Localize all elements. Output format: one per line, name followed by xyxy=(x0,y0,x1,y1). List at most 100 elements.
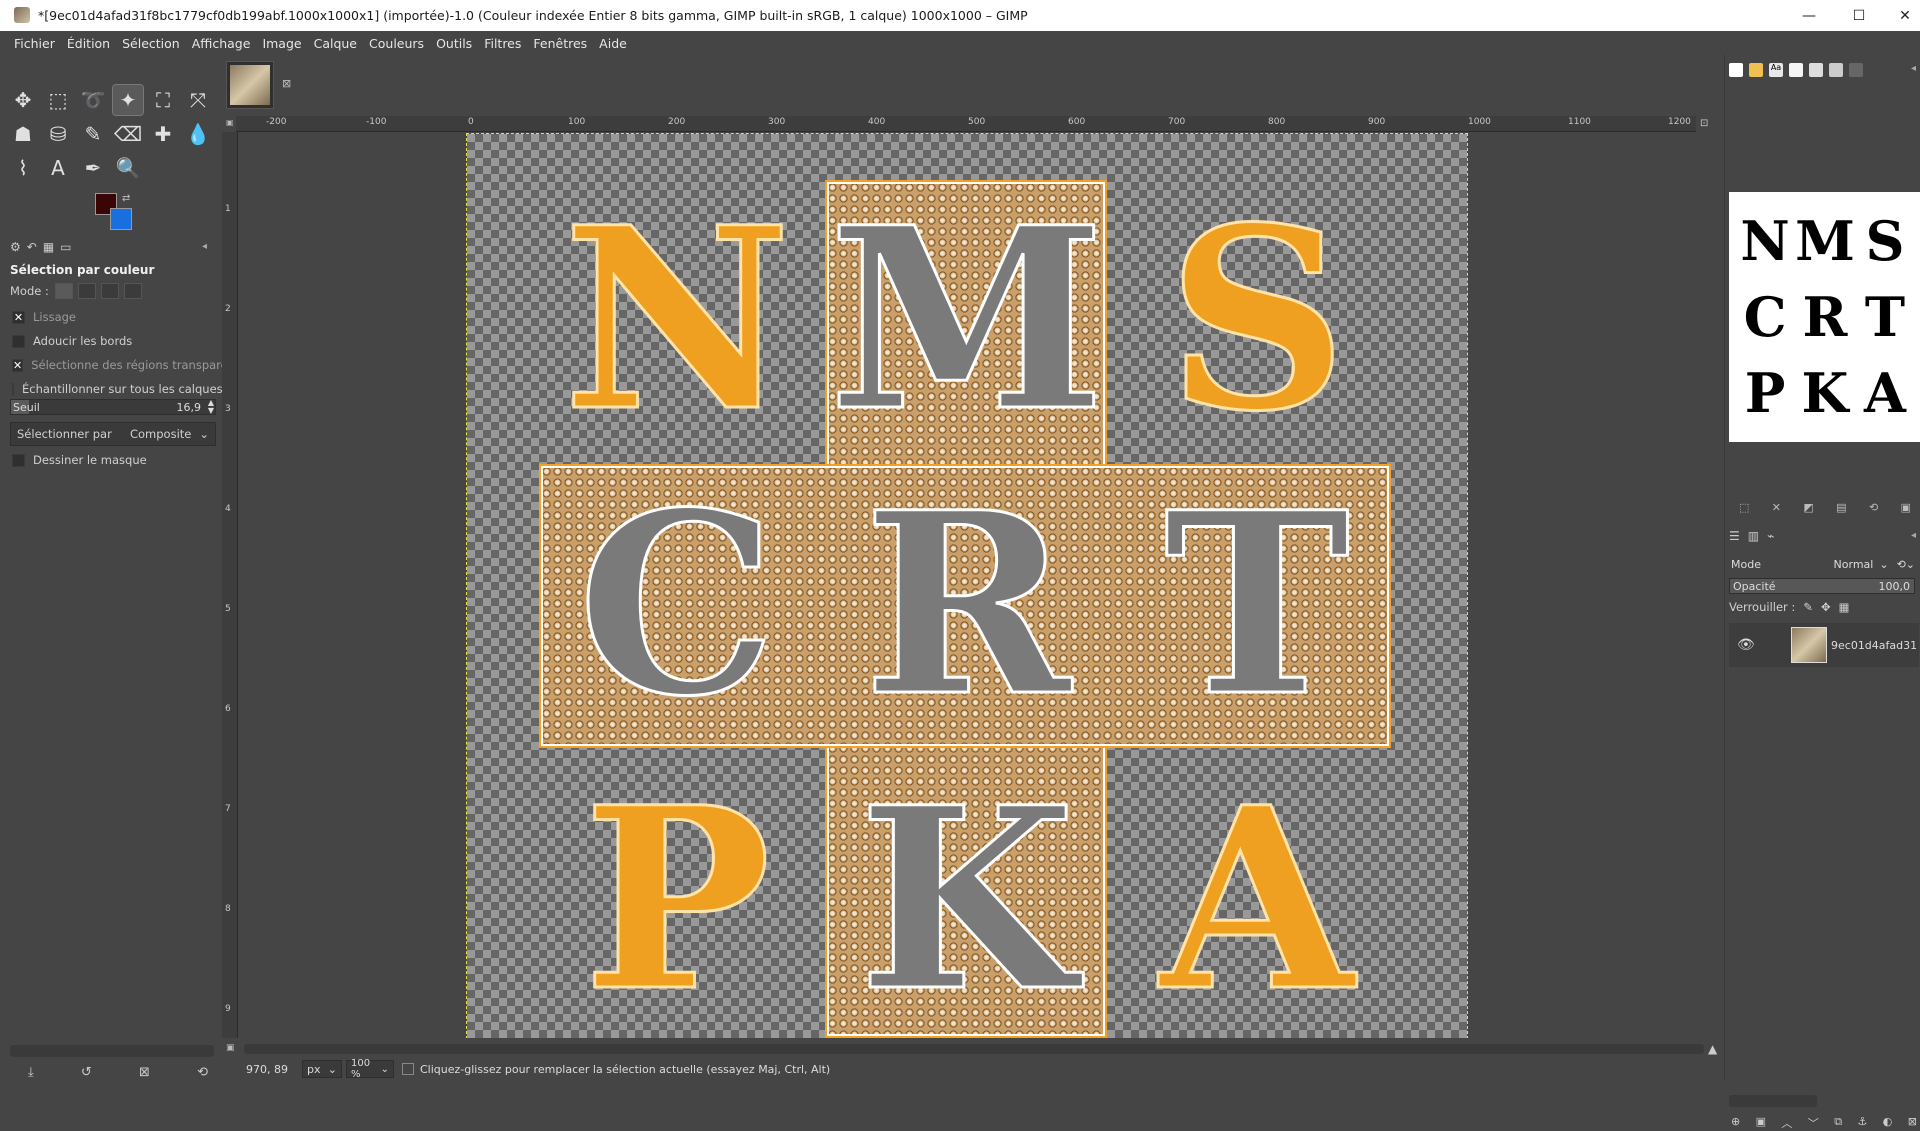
zoom-fit-icon[interactable]: ⊡ xyxy=(1700,118,1714,132)
menu-filtres[interactable]: Filtres xyxy=(478,36,527,51)
background-color-swatch[interactable] xyxy=(110,208,132,230)
warp-tool-button[interactable]: ☗ xyxy=(8,119,38,149)
heal-tool-button[interactable]: ✚ xyxy=(148,119,178,149)
menu-fenetres[interactable]: Fenêtres xyxy=(527,36,593,51)
menu-selection[interactable]: Sélection xyxy=(116,36,186,51)
horizontal-scrollbar[interactable] xyxy=(244,1044,1704,1054)
layers-tab-icon[interactable]: ☰ xyxy=(1729,529,1740,543)
option-adoucir[interactable]: Adoucir les bords xyxy=(12,329,212,353)
refresh-brush-icon[interactable]: ⟲ xyxy=(1869,501,1878,514)
minimize-button[interactable]: — xyxy=(1786,0,1832,31)
delete-options-icon[interactable]: ⊠ xyxy=(139,1065,150,1080)
eraser-tool-button[interactable]: ⌫ xyxy=(113,119,143,149)
lock-pixels-icon[interactable]: ✎ xyxy=(1803,600,1813,614)
quick-mask-corner-icon[interactable]: ▣ xyxy=(226,118,236,128)
left-dock-scrollbar[interactable] xyxy=(10,1045,214,1057)
font-tab-icon[interactable]: Aa xyxy=(1769,63,1783,77)
save-options-icon[interactable]: ⤓ xyxy=(28,1065,34,1080)
image-tab-thumbnail[interactable] xyxy=(226,61,274,109)
navigate-icon[interactable]: ▲ xyxy=(1708,1042,1717,1056)
move-tool-button[interactable]: ✥ xyxy=(8,85,38,115)
color-picker-tool-button[interactable]: ✒ xyxy=(78,153,108,183)
open-brush-icon[interactable]: ▣ xyxy=(1901,501,1911,514)
duplicate-brush-icon[interactable]: ▤ xyxy=(1836,501,1846,514)
new-layer-icon[interactable]: ⊕ xyxy=(1731,1115,1740,1131)
new-layer-group-icon[interactable]: ▣ xyxy=(1756,1115,1766,1131)
configure-tab-icon[interactable]: ◂ xyxy=(1911,530,1916,541)
paths-tab-icon[interactable]: ⌁ xyxy=(1767,529,1774,543)
reset-options-icon[interactable]: ⟲ xyxy=(197,1065,208,1080)
checkbox-adoucir[interactable] xyxy=(12,334,25,348)
mode-add-button[interactable] xyxy=(77,283,96,299)
option-transparent[interactable]: ✕ Sélectionne des régions transparentes xyxy=(12,353,253,377)
checkbox-lissage[interactable]: ✕ xyxy=(12,310,25,324)
menu-aide[interactable]: Aide xyxy=(593,36,633,51)
option-draw-mask[interactable]: Dessiner le masque xyxy=(12,453,147,467)
mode-intersect-button[interactable] xyxy=(123,283,142,299)
select-by-dropdown[interactable]: Sélectionner par Composite ⌄ xyxy=(10,422,216,446)
bucket-fill-tool-button[interactable]: ⛁ xyxy=(43,119,73,149)
restore-options-icon[interactable]: ↺ xyxy=(81,1065,92,1080)
configure-tab-icon[interactable]: ◂ xyxy=(202,241,207,252)
swap-colors-icon[interactable]: ⇄ xyxy=(122,193,130,204)
close-button[interactable]: ✕ xyxy=(1882,0,1920,31)
configure-tab-icon[interactable]: ◂ xyxy=(1911,63,1916,74)
threshold-slider[interactable]: Seuil 16,9 ▲ ▼ xyxy=(10,399,216,415)
layer-name[interactable]: 9ec01d4afad31 xyxy=(1831,639,1917,652)
lock-position-icon[interactable]: ✥ xyxy=(1821,600,1831,614)
anchor-layer-icon[interactable]: ⚓ xyxy=(1857,1115,1867,1131)
canvas-viewport[interactable]: N M S C R T P K A xyxy=(238,132,1704,1038)
eye-visibility-icon[interactable]: 👁 xyxy=(1737,637,1763,653)
spin-arrows-icon[interactable]: ▲ ▼ xyxy=(208,399,214,415)
menu-edition[interactable]: Édition xyxy=(61,36,116,51)
new-brush-icon[interactable]: ⬚ xyxy=(1739,501,1749,514)
tool-presets-tab-icon[interactable] xyxy=(1849,63,1863,77)
layer-row[interactable]: 👁 9ec01d4afad31 xyxy=(1729,623,1919,667)
crop-tool-button[interactable]: ⛶ xyxy=(148,85,178,115)
image-canvas[interactable]: N M S C R T P K A xyxy=(466,133,1468,1038)
rect-select-tool-button[interactable]: ⬚ xyxy=(43,85,73,115)
checkbox-sample-merged[interactable] xyxy=(12,382,14,396)
undo-history-tab-icon[interactable]: ↶ xyxy=(27,240,37,254)
paint-dynamics-tab-icon[interactable] xyxy=(1829,63,1843,77)
zoom-selector[interactable]: 100 % ⌄ xyxy=(346,1058,394,1080)
fuzzy-select-tool-button[interactable]: ✦ xyxy=(112,84,144,116)
zoom-tool-button[interactable]: 🔍 xyxy=(113,153,143,183)
menu-outils[interactable]: Outils xyxy=(430,36,478,51)
lock-alpha-icon[interactable]: ▦ xyxy=(1839,600,1850,614)
transform-tool-button[interactable]: ⤧ xyxy=(183,85,213,115)
gradient-tab-icon[interactable] xyxy=(1809,63,1823,77)
menu-fichier[interactable]: Fichier xyxy=(8,36,61,51)
blur-tool-button[interactable]: 💧 xyxy=(183,119,213,149)
menu-image[interactable]: Image xyxy=(256,36,307,51)
mode-subtract-button[interactable] xyxy=(100,283,119,299)
tool-options-tab-icon[interactable]: ⚙ xyxy=(10,240,21,254)
delete-layer-icon[interactable]: ⊠ xyxy=(1908,1115,1917,1131)
paintbrush-tool-button[interactable]: ✎ xyxy=(78,119,108,149)
pattern-tab-icon[interactable] xyxy=(1749,63,1763,77)
edit-brush-icon[interactable]: ◩ xyxy=(1803,501,1813,514)
device-status-tab-icon[interactable]: ▭ xyxy=(60,240,71,254)
option-lissage[interactable]: ✕ Lissage xyxy=(12,305,212,329)
option-sample-merged[interactable]: Échantillonner sur tous les calques xyxy=(12,377,223,401)
menu-calque[interactable]: Calque xyxy=(308,36,363,51)
delete-brush-icon[interactable]: ✕ xyxy=(1772,501,1781,514)
images-tab-icon[interactable]: ▦ xyxy=(43,240,54,254)
unit-selector[interactable]: px ⌄ xyxy=(302,1060,342,1078)
maximize-button[interactable]: ☐ xyxy=(1836,0,1882,31)
checkbox-transparent[interactable]: ✕ xyxy=(12,358,24,372)
paths-tool-button[interactable]: ⌇ xyxy=(8,153,38,183)
navigate-corner-icon[interactable]: ▣ xyxy=(226,1043,238,1055)
checkbox-draw-mask[interactable] xyxy=(12,453,25,467)
layer-mode-switch-icon[interactable]: ⟲⌄ xyxy=(1897,558,1915,571)
opacity-slider[interactable]: Opacité 100,0 xyxy=(1729,578,1915,594)
duplicate-layer-icon[interactable]: ⧉ xyxy=(1834,1115,1842,1131)
raise-layer-icon[interactable]: ︿ xyxy=(1781,1115,1792,1131)
mode-replace-button[interactable] xyxy=(54,283,73,299)
menu-affichage[interactable]: Affichage xyxy=(186,36,257,51)
lower-layer-icon[interactable]: ﹀ xyxy=(1808,1115,1819,1131)
layer-mask-icon[interactable]: ◐ xyxy=(1883,1115,1893,1131)
menu-couleurs[interactable]: Couleurs xyxy=(363,36,430,51)
close-tab-icon[interactable]: ⊠ xyxy=(282,77,291,90)
brush-tab-icon[interactable] xyxy=(1729,63,1743,77)
